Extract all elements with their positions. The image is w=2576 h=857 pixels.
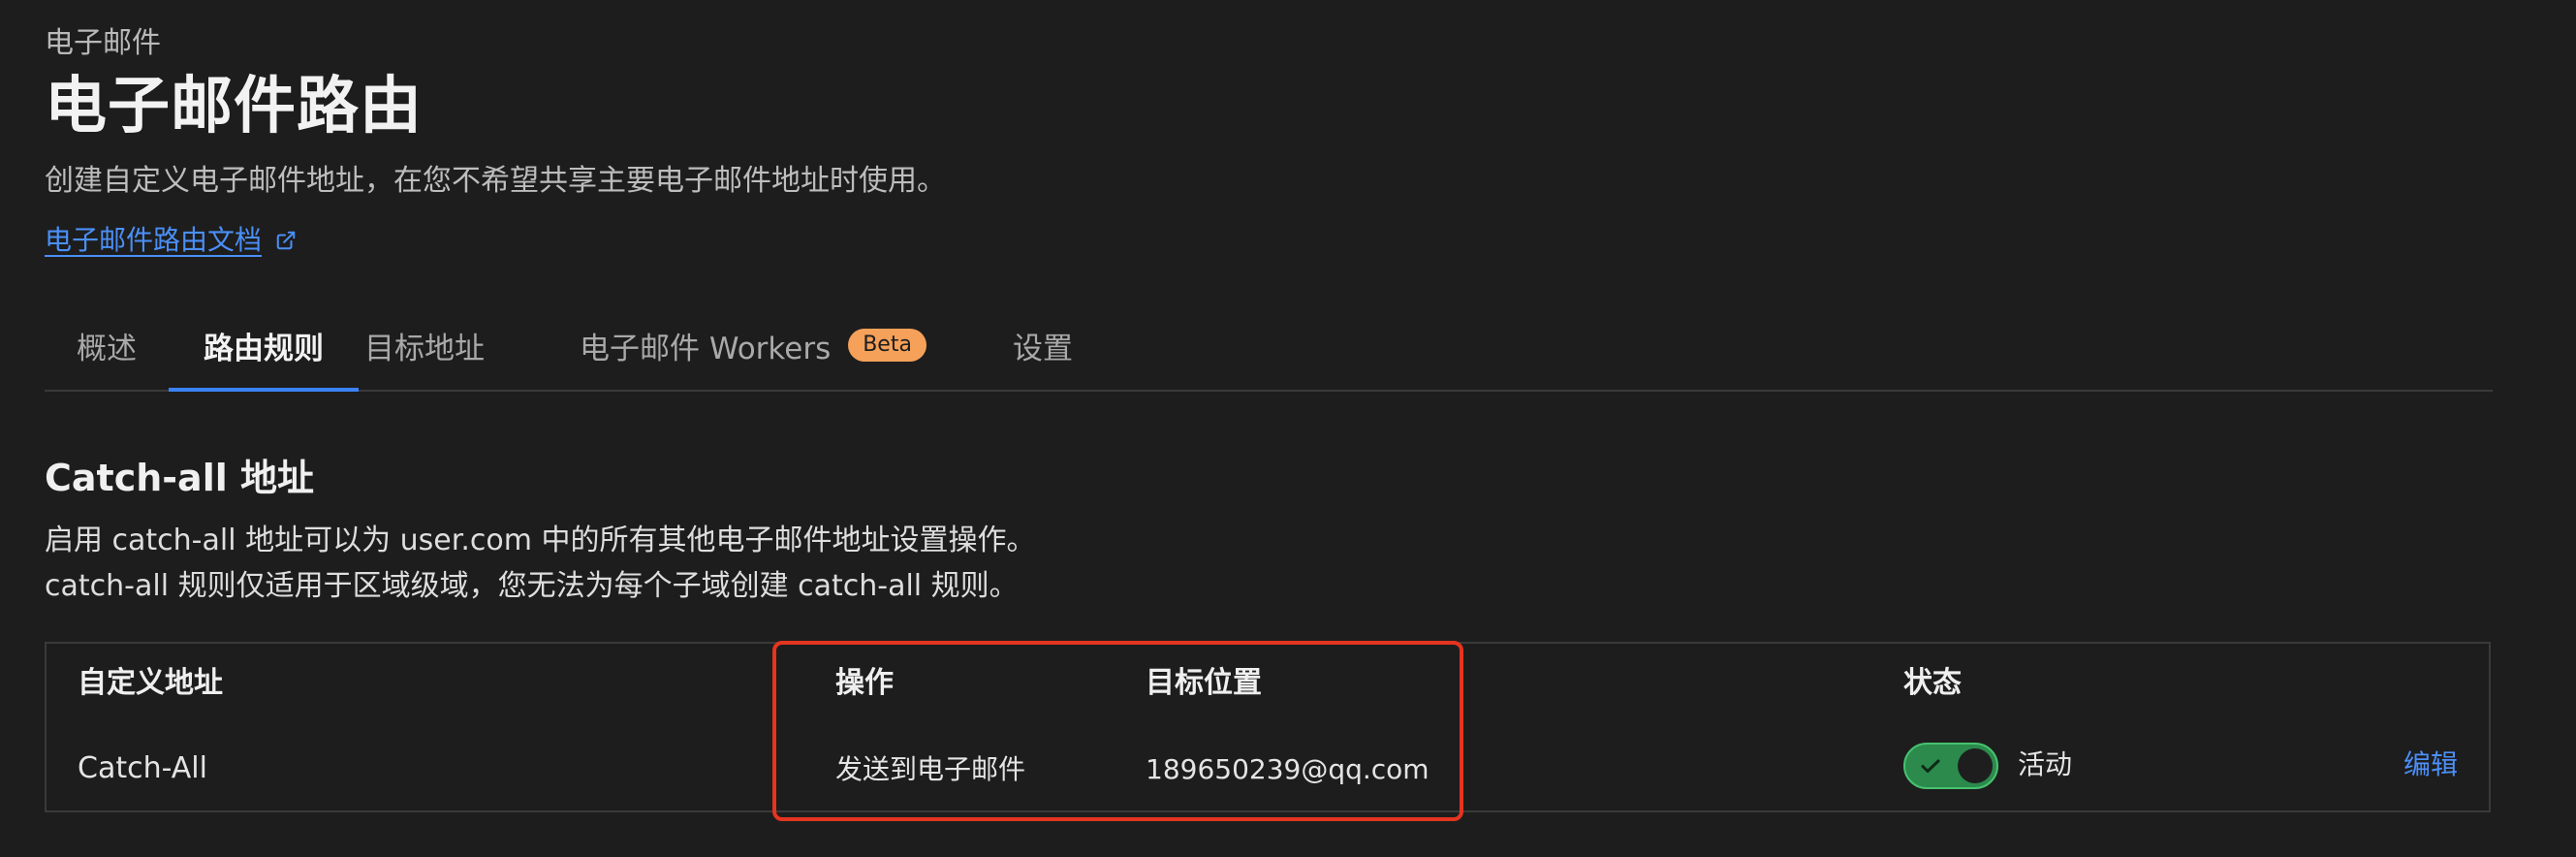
header-action: 操作 [835,666,894,700]
tab-email-workers-label: 电子邮件 Workers [580,331,832,366]
section-description-line-1: 启用 catch-all 地址可以为 user.com 中的所有其他电子邮件地址… [45,524,1036,557]
tab-settings-label: 设置 [1013,331,1073,366]
status-toggle[interactable] [1903,743,1998,789]
breadcrumb: 电子邮件 [45,26,161,60]
tab-bar: 概述 路由规则 目标地址 电子邮件 Workers Beta 设置 [45,301,2493,392]
edit-link[interactable]: 编辑 [2403,751,2458,778]
tab-email-workers[interactable]: 电子邮件 Workers Beta [556,301,983,390]
toggle-knob [1958,748,1993,783]
catch-all-table: 自定义地址 操作 目标位置 状态 Catch-All 发送到电子邮件 18965… [45,642,2491,812]
page-subtitle: 创建自定义电子邮件地址，在您不希望共享主要电子邮件地址时使用。 [45,164,946,198]
tab-overview[interactable]: 概述 [45,301,169,390]
section-description-line-2: catch-all 规则仅适用于区域级域，您无法为每个子域创建 catch-al… [45,569,1019,603]
check-icon [1921,759,1940,773]
header-destination: 目标位置 [1146,666,1262,700]
page-title: 电子邮件路由 [45,71,423,143]
header-status: 状态 [1903,666,1962,700]
cell-action: 发送到电子邮件 [835,753,1026,785]
tab-destination-addresses[interactable]: 目标地址 [359,301,490,390]
docs-link[interactable]: 电子邮件路由文档 [45,227,297,254]
tab-overview-label: 概述 [77,331,137,366]
status-text: 活动 [2018,748,2073,780]
cell-destination: 189650239@qq.com [1146,753,1429,785]
external-link-icon [276,231,296,250]
tab-routing-rules-label: 路由规则 [204,331,324,366]
tab-destination-addresses-label: 目标地址 [364,331,485,366]
docs-link-label: 电子邮件路由文档 [45,224,263,256]
cell-custom-address: Catch-All [78,751,207,785]
header-custom-address: 自定义地址 [78,666,223,700]
tab-routing-rules[interactable]: 路由规则 [169,301,359,392]
tab-settings[interactable]: 设置 [983,301,1103,390]
section-title: Catch-all 地址 [45,457,314,499]
beta-badge: Beta [848,329,927,362]
